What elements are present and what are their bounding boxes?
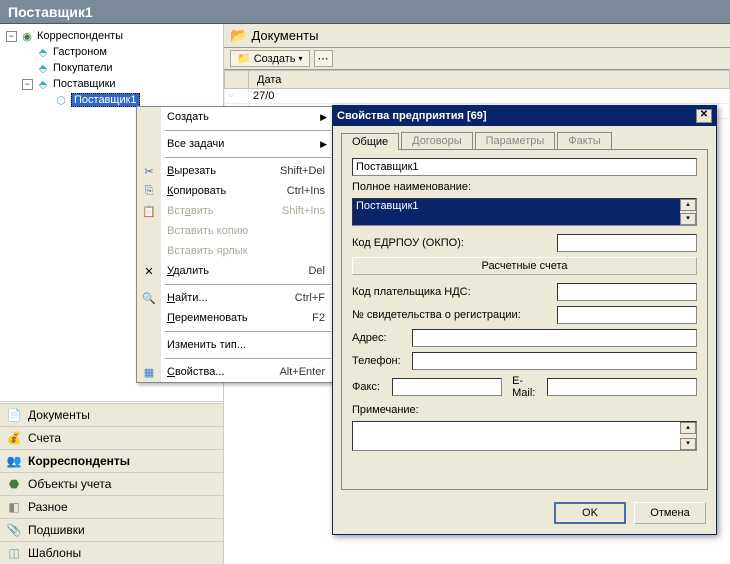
ctx-paste-copy: Вставить копию <box>137 221 335 241</box>
ctx-find[interactable]: 🔍 Найти... Ctrl+F <box>137 288 335 308</box>
copy-icon: ⎘ <box>145 185 154 198</box>
tree-node-gastronom[interactable]: ⬘ Гастроном <box>4 44 219 60</box>
binoculars-icon: 🔍 <box>142 292 156 305</box>
addr-field[interactable] <box>412 329 697 347</box>
fax-field[interactable] <box>392 378 502 396</box>
folder-icon: 📂 <box>230 27 247 44</box>
ctx-create[interactable]: Создать ▶ <box>137 107 335 127</box>
cube-icon: ⬘ <box>36 45 50 59</box>
tree-node-suppliers[interactable]: − ⬘ Поставщики <box>4 76 219 92</box>
email-label: E-Mail: <box>512 375 543 399</box>
cancel-button[interactable]: Отмена <box>634 502 706 524</box>
tab-general[interactable]: Общие <box>341 133 399 150</box>
dialog-title: Свойства предприятия [69] <box>337 110 696 122</box>
nav-correspondents[interactable]: 👥 Корреспонденты <box>0 449 223 472</box>
objects-icon: ⬣ <box>6 477 22 491</box>
okpo-field[interactable] <box>557 234 697 252</box>
docs-icon: 📄 <box>6 408 22 422</box>
ctx-paste: 📋 Вставить Shift+Ins <box>137 201 335 221</box>
ctx-cut[interactable]: ✂ Вырезать Shift+Del <box>137 161 335 181</box>
note-field[interactable]: ▴ ▾ <box>352 421 697 451</box>
nav-bindings[interactable]: 📎 Подшивки <box>0 518 223 541</box>
collapse-icon[interactable]: − <box>22 79 33 90</box>
full-name-field[interactable]: Поставщик1 ▴ ▾ <box>352 198 697 226</box>
cube-icon: ⬘ <box>36 77 50 91</box>
col-date[interactable]: Дата <box>249 71 730 89</box>
nav-misc[interactable]: ◧ Разное <box>0 495 223 518</box>
unknown-icon: ⋯ <box>318 52 329 65</box>
toolbar-extra[interactable]: ⋯ <box>314 50 333 67</box>
tab-contracts[interactable]: Договоры <box>401 132 472 149</box>
globe-icon: ◉ <box>20 29 34 43</box>
properties-dialog: Свойства предприятия [69] ✕ Общие Догово… <box>332 105 717 535</box>
clip-icon: 📎 <box>6 523 22 537</box>
email-field[interactable] <box>547 378 697 396</box>
cert-field[interactable] <box>557 306 697 324</box>
full-name-label: Полное наименование: <box>352 181 471 193</box>
cube-icon: ⬘ <box>36 61 50 75</box>
col-icon[interactable] <box>225 71 249 89</box>
nav-templates[interactable]: ◫ Шаблоны <box>0 541 223 564</box>
navigation-bar: 📄 Документы 💰 Счета 👥 Корреспонденты ⬣ О… <box>0 402 223 564</box>
note-label: Примечание: <box>352 404 419 416</box>
ctx-all-tasks[interactable]: Все задачи ▶ <box>137 134 335 154</box>
paste-icon: 📋 <box>142 205 156 218</box>
tab-facts[interactable]: Факты <box>557 132 611 149</box>
vat-label: Код плательщика НДС: <box>352 286 553 298</box>
cube-icon: ⬡ <box>54 93 68 107</box>
ctx-copy[interactable]: ⎘ Копировать Ctrl+Ins <box>137 181 335 201</box>
dropdown-icon: ▾ <box>299 54 303 63</box>
scroll-down-icon[interactable]: ▾ <box>680 438 696 450</box>
misc-icon: ◧ <box>6 500 22 514</box>
cert-label: № свидетельства о регистрации: <box>352 309 553 321</box>
tab-params[interactable]: Параметры <box>475 132 556 149</box>
ok-button[interactable]: OK <box>554 502 626 524</box>
scroll-up-icon[interactable]: ▴ <box>680 199 696 211</box>
properties-icon: ▦ <box>144 366 154 379</box>
context-menu: Создать ▶ Все задачи ▶ ✂ Вырезать Shift+… <box>136 106 336 383</box>
dialog-tabs: Общие Договоры Параметры Факты <box>333 126 716 149</box>
ctx-delete[interactable]: ✕ Удалить Del <box>137 261 335 281</box>
people-icon: 👥 <box>6 454 22 468</box>
docs-toolbar: 📁 Создать ▾ ⋯ <box>224 48 730 70</box>
app-title: Поставщик1 <box>8 4 93 20</box>
accounts-icon: 💰 <box>6 431 22 445</box>
vat-field[interactable] <box>557 283 697 301</box>
scissors-icon: ✂ <box>144 165 153 178</box>
dialog-titlebar[interactable]: Свойства предприятия [69] ✕ <box>333 106 716 126</box>
delete-icon: ✕ <box>144 265 153 278</box>
template-icon: ◫ <box>6 546 22 560</box>
phone-label: Телефон: <box>352 355 408 367</box>
name-field[interactable] <box>352 158 697 176</box>
ctx-paste-link: Вставить ярлык <box>137 241 335 261</box>
docs-header: 📂 Документы <box>224 24 730 48</box>
nav-documents[interactable]: 📄 Документы <box>0 403 223 426</box>
app-header: Поставщик1 <box>0 0 730 24</box>
table-row[interactable]: ▫ 27/0 <box>225 89 730 104</box>
ctx-rename[interactable]: Переименовать F2 <box>137 308 335 328</box>
nav-objects[interactable]: ⬣ Объекты учета <box>0 472 223 495</box>
doc-icon: ▫ <box>225 89 249 104</box>
new-icon: 📁 <box>237 52 251 65</box>
close-icon[interactable]: ✕ <box>696 109 712 123</box>
fax-label: Факс: <box>352 381 388 393</box>
tree-node-buyers[interactable]: ⬘ Покупатели <box>4 60 219 76</box>
create-button[interactable]: 📁 Создать ▾ <box>230 50 310 67</box>
collapse-icon[interactable]: − <box>6 31 17 42</box>
dialog-footer: OK Отмена <box>333 498 716 534</box>
scroll-up-icon[interactable]: ▴ <box>680 422 696 434</box>
ctx-properties[interactable]: ▦ Свойства... Alt+Enter <box>137 362 335 382</box>
dialog-body: Полное наименование: Поставщик1 ▴ ▾ Код … <box>341 149 708 490</box>
phone-field[interactable] <box>412 352 697 370</box>
scroll-down-icon[interactable]: ▾ <box>680 213 696 225</box>
tree-root[interactable]: − ◉ Корреспонденты <box>4 28 219 44</box>
ctx-change-type[interactable]: Изменить тип... <box>137 335 335 355</box>
accounts-button[interactable]: Расчетные счета <box>352 257 697 275</box>
okpo-label: Код ЕДРПОУ (ОКПО): <box>352 237 553 249</box>
addr-label: Адрес: <box>352 332 408 344</box>
nav-accounts[interactable]: 💰 Счета <box>0 426 223 449</box>
